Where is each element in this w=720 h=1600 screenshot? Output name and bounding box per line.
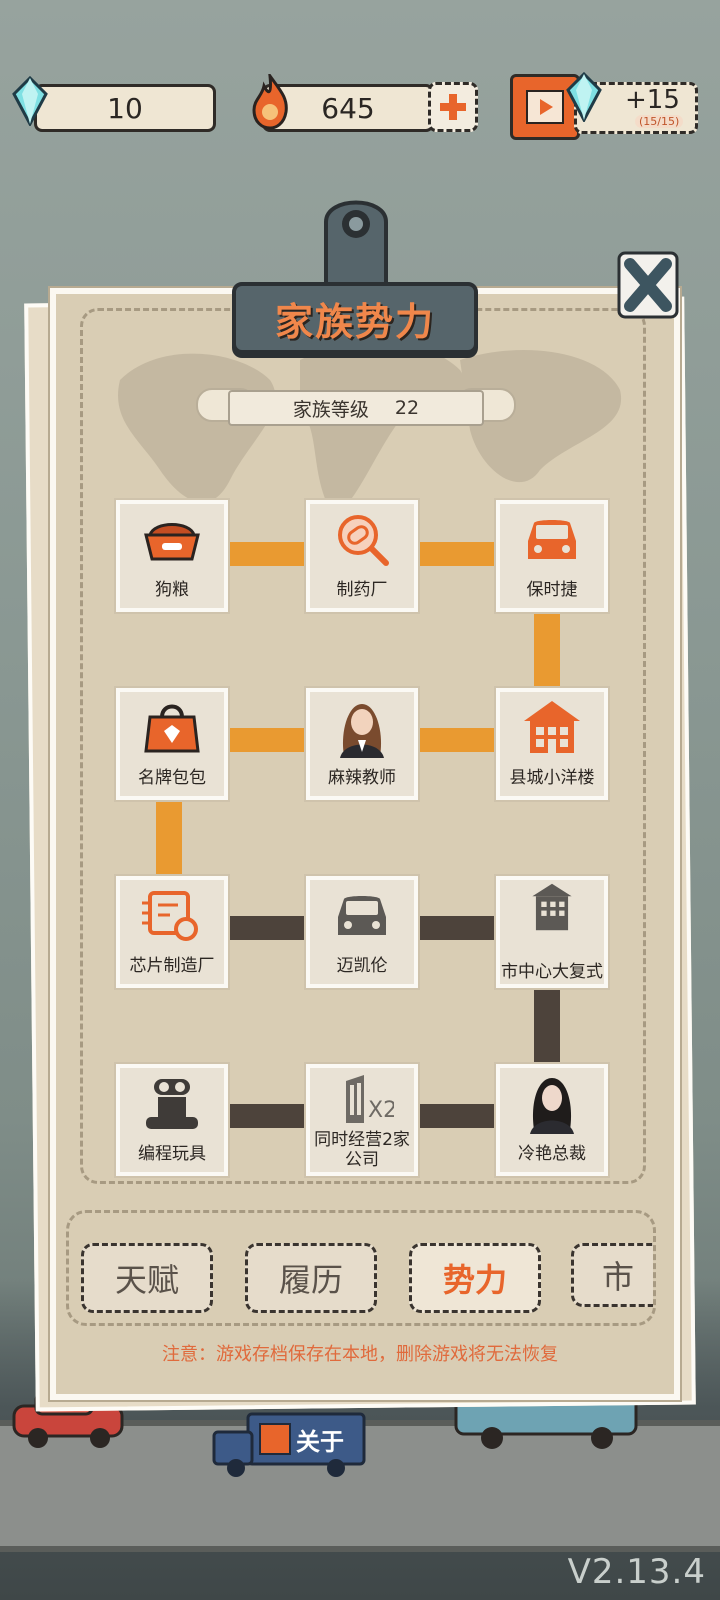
node-downtown-duplex[interactable]: 市中心大复式 <box>496 876 608 988</box>
teacher-portrait <box>340 704 384 758</box>
add-flame-button[interactable] <box>428 82 478 132</box>
path-link <box>220 728 306 752</box>
ceo-portrait <box>530 1078 574 1134</box>
node-chip-factory[interactable]: 芯片制造厂 <box>116 876 228 988</box>
path-link <box>412 728 498 752</box>
node-spicy-teacher[interactable]: 麻辣教师 <box>306 688 418 800</box>
robot-icon <box>146 1079 198 1129</box>
tab-strip: 天赋 履历 势力 市 <box>66 1210 656 1326</box>
level-label: 家族等级 <box>292 398 369 421</box>
panel-title: 家族势力 <box>274 299 435 344</box>
node-label: 编程玩具 <box>138 1144 206 1164</box>
office-x2-icon: X2 <box>346 1075 394 1123</box>
node-label: 保时捷 <box>526 580 578 600</box>
title-plate: 家族势力 <box>232 282 478 354</box>
path-link <box>412 1104 498 1128</box>
gem-count: 10 <box>107 91 143 125</box>
node-cold-ceo[interactable]: 冷艳总裁 <box>496 1064 608 1176</box>
node-mclaren[interactable]: 迈凯伦 <box>306 876 418 988</box>
tab-label: 市 <box>602 1258 635 1296</box>
about-truck-button[interactable]: 关于 <box>208 1410 368 1480</box>
path-link <box>220 916 306 940</box>
play-icon <box>526 90 564 124</box>
path-link <box>412 916 498 940</box>
node-two-companies[interactable]: X2 同时经营2家公司 <box>306 1064 418 1176</box>
chip-icon <box>142 891 198 941</box>
car-icon <box>338 896 386 935</box>
family-level-bar: 家族等级 22 <box>228 390 484 426</box>
tab-label: 履历 <box>278 1261 343 1299</box>
node-label: 制药厂 <box>336 580 388 600</box>
node-county-villa[interactable]: 县城小洋楼 <box>496 688 608 800</box>
node-label: 冷艳总裁 <box>518 1144 586 1164</box>
save-warning-notice: 注意：游戏存档保存在本地，删除游戏将无法恢复 <box>162 1344 558 1365</box>
diamond-icon <box>12 75 48 128</box>
node-label: 名牌包包 <box>138 768 206 788</box>
node-coding-toy[interactable]: 编程玩具 <box>116 1064 228 1176</box>
node-label: 市中心大复式 <box>501 962 603 982</box>
path-link <box>534 980 560 1066</box>
house-icon <box>524 701 580 753</box>
node-label: 迈凯伦 <box>336 956 388 976</box>
svg-text:X2: X2 <box>368 1098 394 1123</box>
tab-resume[interactable]: 履历 <box>245 1243 377 1313</box>
flame-count: 645 <box>321 91 375 125</box>
diamond-icon <box>566 71 602 124</box>
close-button[interactable] <box>616 250 680 320</box>
car-icon <box>528 520 576 559</box>
path-link <box>220 1104 306 1128</box>
bonus-value: +15 <box>625 85 680 115</box>
truck-icon <box>212 1412 366 1477</box>
pill-magnifier-icon <box>338 515 389 566</box>
bonus-remaining: (15/15) <box>635 115 684 128</box>
clipboard-clip-icon <box>324 200 388 292</box>
node-label: 芯片制造厂 <box>129 956 215 976</box>
dog-food-bowl-icon <box>144 523 200 561</box>
plus-icon <box>440 94 466 120</box>
node-designer-bag[interactable]: 名牌包包 <box>116 688 228 800</box>
tab-talent[interactable]: 天赋 <box>81 1243 213 1313</box>
level-value: 22 <box>394 397 420 419</box>
close-icon <box>617 251 679 319</box>
gem-counter: 10 <box>34 84 216 132</box>
path-link <box>534 604 560 690</box>
node-pharma-factory[interactable]: 制药厂 <box>306 500 418 612</box>
tab-label: 天赋 <box>114 1261 179 1299</box>
tab-power[interactable]: 势力 <box>409 1243 541 1313</box>
node-label: 狗粮 <box>155 580 189 600</box>
node-label: 麻辣教师 <box>328 768 396 788</box>
path-link <box>220 542 306 566</box>
handbag-icon <box>144 704 200 753</box>
flame-icon <box>250 70 290 130</box>
tab-market[interactable]: 市 <box>571 1243 653 1307</box>
tab-label: 势力 <box>442 1261 507 1299</box>
node-dog-food[interactable]: 狗粮 <box>116 500 228 612</box>
building-icon <box>532 883 572 931</box>
truck-sign-text: 关于 <box>296 1428 344 1456</box>
path-link <box>412 542 498 566</box>
node-porsche[interactable]: 保时捷 <box>496 500 608 612</box>
version-label: V2.13.4 <box>567 1552 706 1592</box>
node-label: 县城小洋楼 <box>509 768 595 788</box>
path-link <box>156 792 182 878</box>
node-label: 同时经营2家公司 <box>314 1130 410 1170</box>
